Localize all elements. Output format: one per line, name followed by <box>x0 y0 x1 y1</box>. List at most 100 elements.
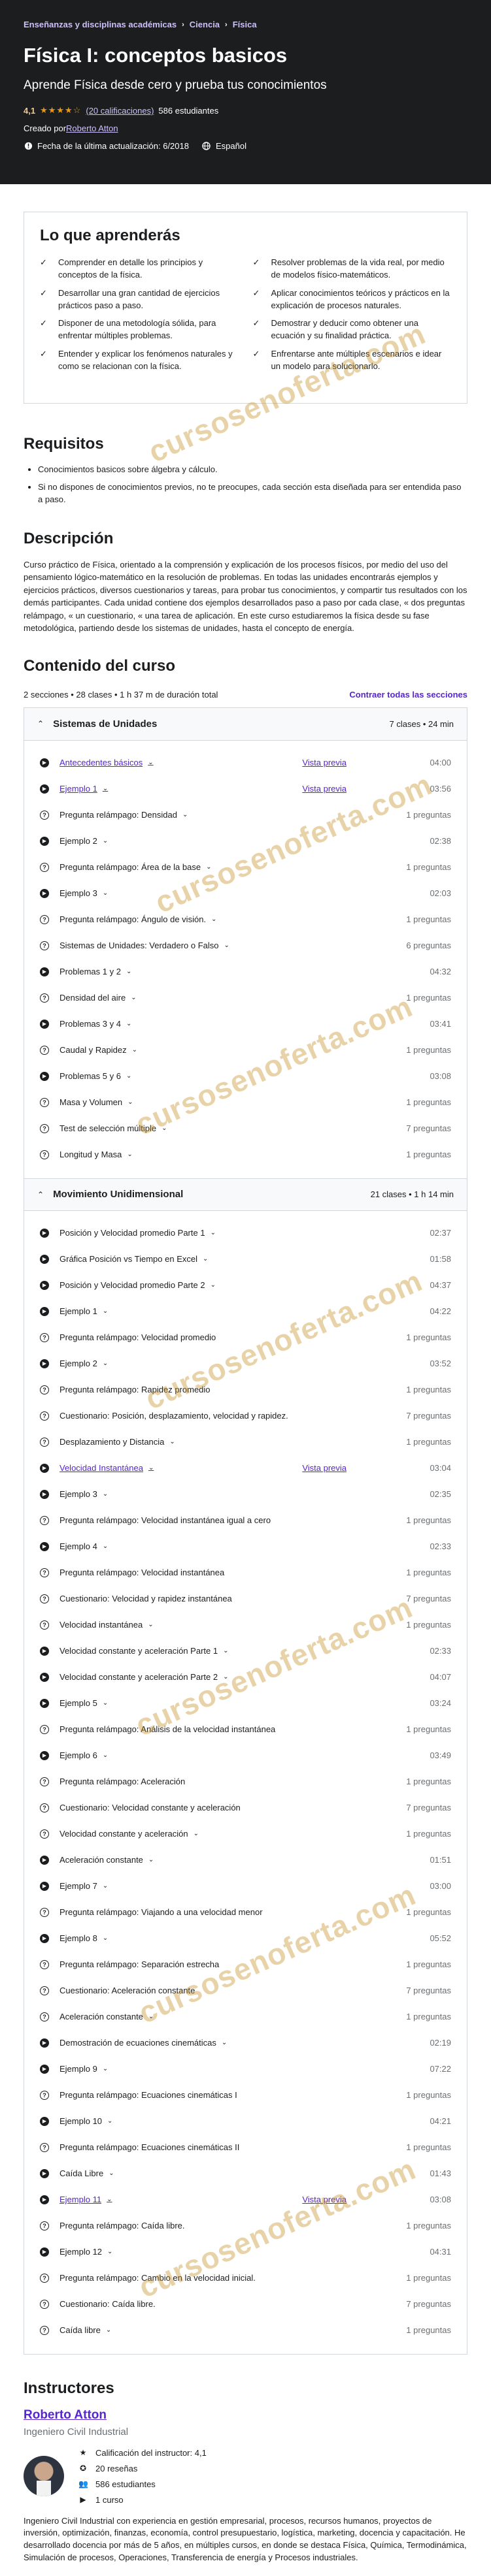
list-item: ▶ Ejemplo 12 ⌄ 04:31 <box>40 2239 451 2265</box>
chevron-down-icon[interactable]: ⌄ <box>103 1360 108 1367</box>
list-item: ▶ Velocidad constante y aceleración Parte… <box>40 1664 451 1690</box>
list-item: ? Velocidad constante y aceleración ⌄ 1 pre… <box>40 1821 451 1847</box>
chevron-down-icon[interactable]: ⌄ <box>148 1464 154 1472</box>
chevron-down-icon[interactable]: ⌄ <box>148 1621 153 1628</box>
list-item: ▶ Ejemplo 8 ⌄ 05:52 <box>40 1925 451 1952</box>
collapse-all-button[interactable]: Contraer todas las secciones <box>349 690 467 700</box>
chevron-down-icon[interactable]: ⌄ <box>224 942 229 949</box>
lesson-duration: 1 preguntas <box>406 1724 451 1735</box>
chevron-down-icon[interactable]: ⌄ <box>194 1830 199 1837</box>
chevron-down-icon[interactable]: ⌄ <box>132 1046 137 1054</box>
chevron-down-icon[interactable]: ⌄ <box>126 1020 131 1027</box>
preview-link[interactable]: Vista previa <box>302 784 347 794</box>
chevron-down-icon[interactable]: ⌄ <box>109 2170 114 2177</box>
chevron-down-icon[interactable]: ⌄ <box>103 1935 108 1942</box>
list-item: ? Cuestionario: Posición, desplazamiento,… <box>40 1403 451 1429</box>
chevron-down-icon[interactable]: ⌄ <box>103 785 108 792</box>
chevron-down-icon[interactable]: ⌄ <box>103 1699 108 1707</box>
chevron-down-icon[interactable]: ⌄ <box>103 1490 108 1498</box>
lesson-title: Cuestionario: Posición, desplazamiento, … <box>59 1411 288 1421</box>
lesson-title: Ejemplo 6 <box>59 1750 97 1761</box>
avatar[interactable] <box>24 2456 64 2497</box>
chevron-down-icon[interactable]: ⌄ <box>169 1438 175 1445</box>
preview-link[interactable]: Vista previa <box>302 1463 347 1473</box>
lesson-title[interactable]: Ejemplo 11 <box>59 2195 101 2204</box>
chevron-down-icon[interactable]: ⌄ <box>103 1752 108 1759</box>
chevron-down-icon[interactable]: ⌄ <box>126 1072 131 1080</box>
lesson-title: Ejemplo 4 <box>59 1541 97 1552</box>
list-item: ? Pregunta relámpago: Velocidad instantán… <box>40 1507 451 1534</box>
chevron-down-icon[interactable]: ⌄ <box>223 1673 228 1681</box>
question-circle-icon: ? <box>40 2142 49 2152</box>
lesson-duration: 1 preguntas <box>406 810 451 820</box>
learn-item: ✓ Comprender en detalle los principios y … <box>40 257 239 282</box>
breadcrumb-link-ciencia[interactable]: Ciencia <box>190 20 220 29</box>
question-circle-icon: ? <box>40 1620 49 1630</box>
chevron-down-icon[interactable]: ⌄ <box>127 1151 132 1158</box>
play-circle-icon: ▶ <box>40 1254 49 1264</box>
section-header[interactable]: ⌃ Sistemas de Unidades 7 clases • 24 min <box>24 707 467 741</box>
lesson-title: Ejemplo 1 <box>59 1306 97 1317</box>
lesson-title[interactable]: Ejemplo 1 <box>59 784 97 794</box>
lesson-title: Pregunta relámpago: Velocidad promedio <box>59 1332 216 1343</box>
lesson-duration: 07:22 <box>430 2064 451 2074</box>
breadcrumb-link-fisica[interactable]: Física <box>233 20 257 29</box>
chevron-down-icon[interactable]: ⌄ <box>206 863 211 871</box>
chevron-down-icon[interactable]: ⌄ <box>103 1308 108 1315</box>
list-item[interactable]: ▶ Velocidad Instantánea ⌄ Vista previa 03:04 <box>40 1455 451 1481</box>
preview-link[interactable]: Vista previa <box>302 758 347 767</box>
chevron-down-icon[interactable]: ⌄ <box>203 1255 208 1263</box>
chevron-down-icon[interactable]: ⌄ <box>161 1125 167 1132</box>
lesson-duration: 7 preguntas <box>406 1411 451 1421</box>
instructor-link[interactable]: Roberto Atton <box>66 123 118 133</box>
chevron-down-icon[interactable]: ⌄ <box>126 968 131 975</box>
chevron-down-icon[interactable]: ⌄ <box>107 2248 112 2255</box>
question-circle-icon: ? <box>40 1411 49 1421</box>
chevron-down-icon[interactable]: ⌄ <box>103 1543 108 1550</box>
chevron-down-icon[interactable]: ⌄ <box>148 1856 154 1863</box>
list-item[interactable]: ▶ Ejemplo 11 ⌄ Vista previa 03:08 <box>40 2187 451 2213</box>
list-item: ▶ Demostración de ecuaciones cinemáticas ⌄… <box>40 2030 451 2056</box>
chevron-down-icon[interactable]: ⌄ <box>103 1882 108 1890</box>
chevron-down-icon[interactable]: ⌄ <box>103 2065 108 2072</box>
lesson-duration: 1 preguntas <box>406 2325 451 2336</box>
chevron-down-icon[interactable]: ⌄ <box>211 916 216 923</box>
chevron-down-icon[interactable]: ⌄ <box>131 994 136 1001</box>
instructor-name-link[interactable]: Roberto Atton <box>24 2408 467 2423</box>
chevron-down-icon[interactable]: ⌄ <box>106 2326 111 2334</box>
lesson-duration: 02:33 <box>430 1646 451 1656</box>
chevron-down-icon[interactable]: ⌄ <box>148 2013 154 2020</box>
breadcrumb-link-ensenanzas[interactable]: Enseñanzas y disciplinas académicas <box>24 20 177 29</box>
course-meta: Fecha de la última actualización: 6/2018… <box>24 141 467 151</box>
lesson-title: Problemas 3 y 4 <box>59 1019 121 1029</box>
play-circle-icon: ▶ <box>40 1933 49 1943</box>
chevron-down-icon[interactable]: ⌄ <box>107 2117 112 2125</box>
chevron-down-icon[interactable]: ⌄ <box>103 890 108 897</box>
chevron-down-icon[interactable]: ⌄ <box>107 2196 112 2203</box>
lesson-title: Velocidad constante y aceleración Parte … <box>59 1646 218 1656</box>
learn-item: ✓ Aplicar conocimientos teóricos y prácti… <box>253 287 452 312</box>
preview-link[interactable]: Vista previa <box>302 2195 347 2204</box>
lesson-title: Ejemplo 2 <box>59 836 97 846</box>
chevron-down-icon[interactable]: ⌄ <box>148 759 153 766</box>
section-title: Movimiento Unidimensional <box>53 1189 184 1200</box>
lesson-title[interactable]: Velocidad Instantánea <box>59 1463 143 1473</box>
description-text: Curso práctico de Física, orientado a la… <box>24 559 467 634</box>
chevron-down-icon[interactable]: ⌄ <box>211 1229 216 1236</box>
chevron-down-icon[interactable]: ⌄ <box>223 1647 228 1654</box>
play-circle-icon: ▶ <box>40 1855 49 1865</box>
chevron-down-icon[interactable]: ⌄ <box>211 1281 216 1289</box>
ratings-count-link[interactable]: (20 calificaciones) <box>86 106 154 116</box>
list-item: ▶ Ejemplo 3 ⌄ 02:03 <box>40 880 451 907</box>
list-item[interactable]: ▶ Ejemplo 1 ⌄ Vista previa 03:56 <box>40 776 451 802</box>
section-header[interactable]: ⌃ Movimiento Unidimensional 21 clases • 1 … <box>24 1178 467 1211</box>
chevron-down-icon[interactable]: ⌄ <box>182 811 188 818</box>
list-item: ▶ Gráfica Posición vs Tiempo en Excel ⌄ 01:… <box>40 1246 451 1272</box>
chevron-down-icon[interactable]: ⌄ <box>127 1099 133 1106</box>
list-item: ▶ Ejemplo 2 ⌄ 03:52 <box>40 1351 451 1377</box>
lesson-title[interactable]: Antecedentes básicos <box>59 758 143 767</box>
chevron-down-icon[interactable]: ⌄ <box>103 837 108 845</box>
chevron-down-icon[interactable]: ⌄ <box>222 2039 227 2046</box>
list-item[interactable]: ▶ Antecedentes básicos ⌄ Vista previa 04:00 <box>40 750 451 776</box>
play-circle-icon: ▶ <box>40 2064 49 2074</box>
